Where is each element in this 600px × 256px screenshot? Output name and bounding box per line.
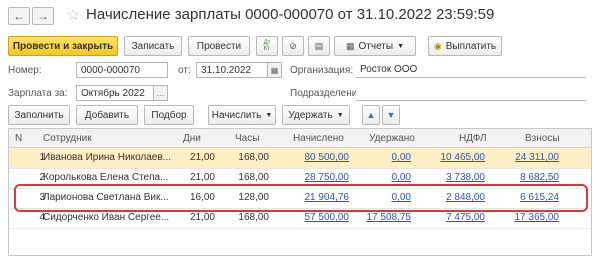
cell-accrued[interactable]: 80 500,00 (273, 152, 350, 163)
column-header[interactable]: Удержано (369, 133, 415, 144)
cell-employee: Сидорченко Иван Сергее... (43, 212, 170, 223)
salary-for-label: Зарплата за: (8, 88, 68, 99)
department-field[interactable] (356, 85, 586, 101)
arrow-right-icon: → (37, 9, 49, 23)
cell-ndfl[interactable]: 2 848,00 (419, 192, 485, 203)
structure-button[interactable]: ▤ (308, 36, 330, 56)
cell-ndfl[interactable]: 10 465,00 (419, 152, 486, 163)
cell-employee: Иванова Ирина Николаев... (43, 152, 172, 163)
table-row[interactable]: 3 Ларионова Светлана Вик... 16,00 128,00 21 … (9, 188, 591, 209)
save-button[interactable]: Записать (124, 36, 182, 56)
cell-contrib[interactable]: 24 311,00 (493, 152, 559, 163)
page-title: Начисление зарплаты 0000-000070 от 31.10… (86, 6, 495, 23)
column-header[interactable]: Дни (183, 133, 201, 144)
accrue-label: Начислить (211, 109, 262, 121)
cell-ndfl[interactable]: 3 738,00 (419, 172, 485, 183)
paperclip-icon: ⊘ (289, 40, 297, 51)
dots-icon: … (156, 88, 165, 98)
cell-withheld[interactable]: 17 508,75 (353, 212, 412, 223)
move-up-button[interactable]: ▲ (362, 105, 380, 125)
chevron-down-icon: ▼ (397, 42, 405, 50)
forward-button[interactable]: → (32, 7, 54, 25)
table-row[interactable]: 1 Иванова Ирина Николаев... 21,00 168,00 80 … (9, 148, 591, 169)
cell-days: 21,00 (189, 172, 215, 183)
cell-days: 21,00 (189, 212, 215, 223)
cell-n: 3 (39, 192, 45, 203)
withhold-label: Удержать (288, 109, 333, 121)
fill-button[interactable]: Заполнить (8, 105, 70, 125)
cell-hours: 168,00 (238, 212, 269, 223)
cell-withheld[interactable]: 0,00 (353, 152, 411, 163)
cell-accrued[interactable]: 28 750,00 (273, 172, 350, 183)
pay-button[interactable]: ◉ Выплатить (428, 36, 502, 56)
cell-hours: 168,00 (238, 152, 269, 163)
cell-n: 1 (39, 152, 45, 163)
add-button[interactable]: Добавить (76, 105, 138, 125)
date-label: от: (178, 65, 191, 76)
cell-hours: 128,00 (238, 192, 269, 203)
table-row[interactable]: 4 Сидорченко Иван Сергее... 21,00 168,00 57 … (9, 208, 591, 229)
attach-button[interactable]: ⊘ (282, 36, 304, 56)
favorite-star-icon[interactable]: ☆ (66, 5, 80, 25)
calendar-icon: ▦ (270, 65, 279, 75)
document-structure-icon: ▤ (314, 40, 324, 51)
withhold-button[interactable]: Удержать ▼ (282, 105, 350, 125)
cell-days: 21,00 (189, 152, 215, 163)
arrow-left-icon: ← (13, 9, 25, 23)
money-icon: ◉ (433, 40, 442, 51)
back-button[interactable]: ← (8, 7, 30, 25)
column-header[interactable]: Сотрудник (43, 133, 92, 144)
dt-kt-button[interactable]: Дт Кт (256, 36, 278, 56)
chevron-down-icon: ▼ (265, 111, 273, 119)
date-field[interactable]: 31.10.2022 (196, 62, 268, 78)
chevron-down-icon: ▼ (336, 111, 344, 119)
calendar-button[interactable]: ▦ (268, 62, 282, 78)
reports-label: Отчеты (358, 40, 394, 52)
organization-field[interactable]: Росток ООО (356, 62, 586, 78)
table-row[interactable]: 2 Королькова Елена Степа... 21,00 168,00 28 … (9, 168, 591, 189)
department-label: Подразделение: (290, 88, 366, 99)
cell-employee: Королькова Елена Степа... (43, 172, 169, 183)
column-header[interactable]: N (15, 133, 22, 144)
table-header: N Сотрудник Дни Часы Начислено Удержано … (9, 129, 591, 148)
cell-ndfl[interactable]: 7 475,00 (419, 212, 485, 223)
cell-accrued[interactable]: 21 904,76 (273, 192, 350, 203)
accruals-table: N Сотрудник Дни Часы Начислено Удержано … (8, 128, 592, 256)
cell-n: 4 (39, 212, 45, 223)
column-header[interactable]: Часы (235, 133, 259, 144)
form-toolbar: Провести и закрыть Записать Провести Дт … (0, 36, 600, 58)
number-field[interactable]: 0000-000070 (76, 62, 168, 78)
cell-hours: 168,00 (238, 172, 269, 183)
cell-contrib[interactable]: 17 365,00 (493, 212, 560, 223)
report-icon: ▦ (345, 40, 355, 51)
post-button[interactable]: Провести (188, 36, 250, 56)
cell-withheld[interactable]: 0,00 (353, 172, 411, 183)
cell-n: 2 (39, 172, 45, 183)
cell-days: 16,00 (189, 192, 215, 203)
cell-withheld[interactable]: 0,00 (353, 192, 411, 203)
column-header[interactable]: Взносы (525, 133, 560, 144)
move-down-button[interactable]: ▼ (382, 105, 400, 125)
cell-employee: Ларионова Светлана Вик... (43, 192, 169, 203)
arrow-down-icon: ▼ (386, 110, 396, 120)
arrow-up-icon: ▲ (366, 110, 376, 120)
post-and-close-button[interactable]: Провести и закрыть (8, 36, 118, 56)
salary-for-field[interactable]: Октябрь 2022 (76, 85, 154, 101)
pay-label: Выплатить (445, 40, 497, 52)
cell-contrib[interactable]: 8 682,50 (493, 172, 559, 183)
title-bar: ← → ☆ Начисление зарплаты 0000-000070 от… (0, 0, 600, 34)
reports-button[interactable]: ▦ Отчеты ▼ (334, 36, 416, 56)
column-header[interactable]: Начислено (293, 133, 344, 144)
number-label: Номер: (8, 65, 42, 76)
accrue-button[interactable]: Начислить ▼ (208, 105, 276, 125)
organization-label: Организация: (290, 65, 354, 76)
select-button[interactable]: Подбор (144, 105, 194, 125)
cell-accrued[interactable]: 57 500,00 (273, 212, 350, 223)
cell-contrib[interactable]: 6 615,24 (493, 192, 559, 203)
column-header[interactable]: НДФЛ (459, 133, 487, 144)
month-select-button[interactable]: … (154, 85, 168, 101)
